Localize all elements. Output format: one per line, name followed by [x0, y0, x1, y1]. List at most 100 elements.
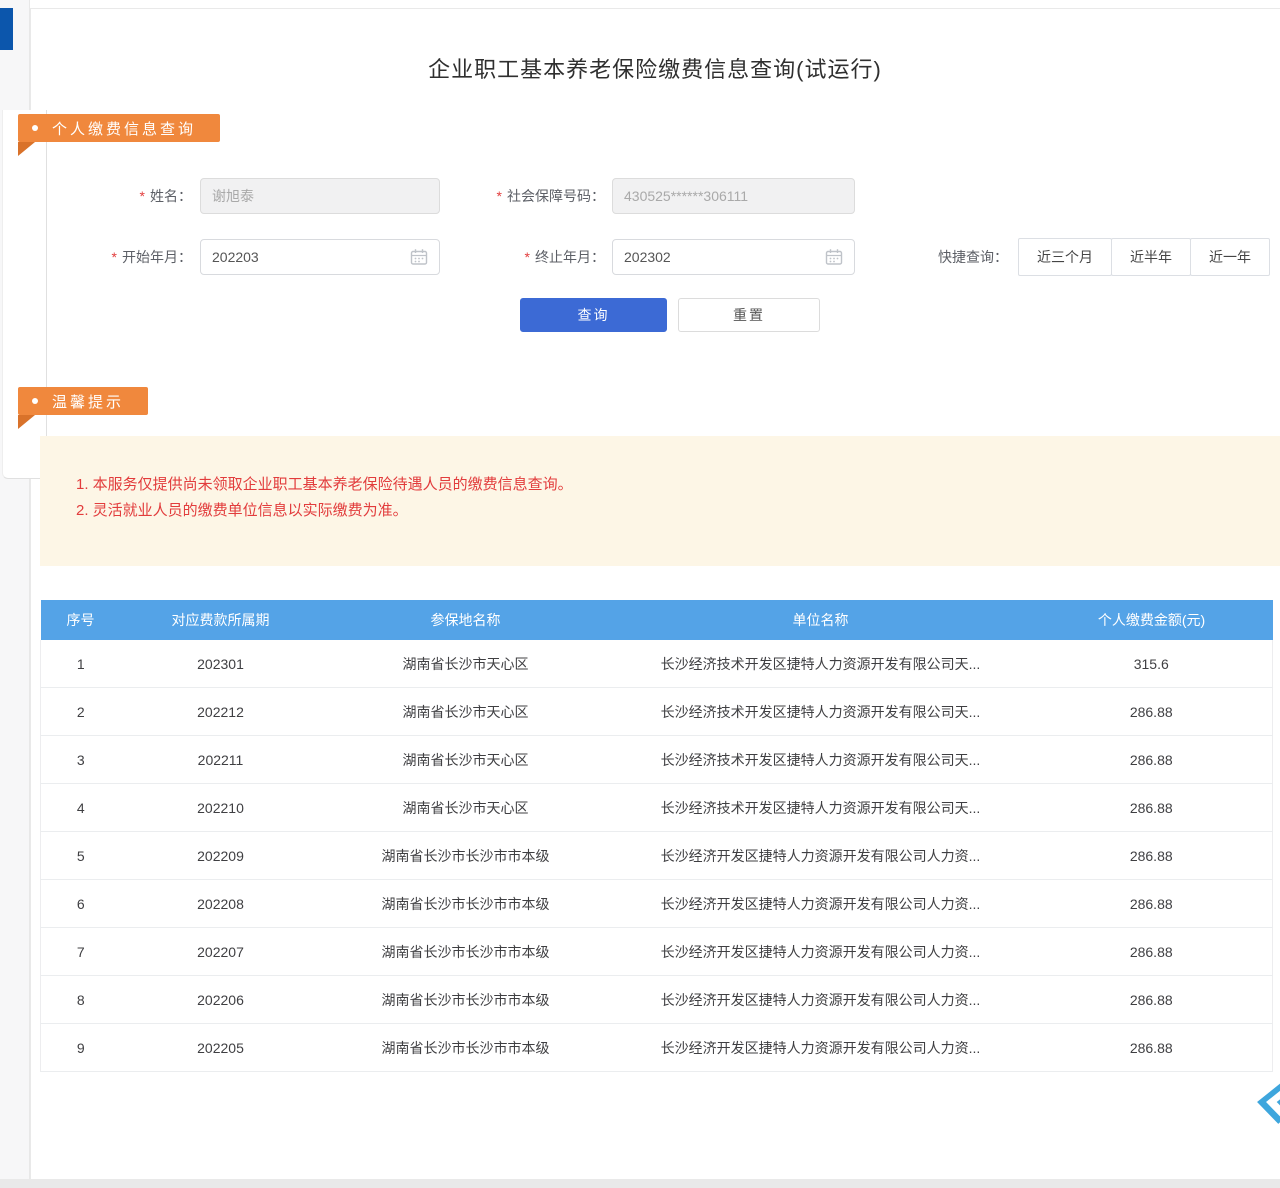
- cell-personal-amount: 286.88: [1031, 688, 1273, 736]
- cell-company-name: 长沙经济开发区捷特人力资源开发有限公司人力资...: [611, 1024, 1031, 1072]
- bullet-dot-icon: [32, 398, 38, 404]
- section-tag-label: 个人缴费信息查询: [52, 118, 196, 139]
- bottom-strip: [0, 1179, 1280, 1188]
- section-tag-personal-payment-query: 个人缴费信息查询: [18, 114, 220, 142]
- cell-insured-place: 湖南省长沙市长沙市市本级: [321, 1024, 611, 1072]
- cell-company-name: 长沙经济开发区捷特人力资源开发有限公司人力资...: [611, 976, 1031, 1024]
- table-row: 2 202212 湖南省长沙市天心区 长沙经济技术开发区捷特人力资源开发有限公司…: [41, 688, 1273, 736]
- table-header-cell: 单位名称: [611, 600, 1031, 640]
- name-label: *姓名：: [40, 186, 192, 206]
- table-row: 6 202208 湖南省长沙市长沙市市本级 长沙经济开发区捷特人力资源开发有限公…: [41, 880, 1273, 928]
- ribbon-fold-icon: [18, 142, 35, 156]
- table-row: 7 202207 湖南省长沙市长沙市市本级 长沙经济开发区捷特人力资源开发有限公…: [41, 928, 1273, 976]
- cell-company-name: 长沙经济技术开发区捷特人力资源开发有限公司天...: [611, 784, 1031, 832]
- name-input-value: 谢旭泰: [212, 186, 254, 206]
- cell-insured-place: 湖南省长沙市长沙市市本级: [321, 976, 611, 1024]
- end-month-label: * 终止年月：: [420, 247, 605, 267]
- section-tag-label: 温馨提示: [52, 391, 124, 412]
- table-row: 1 202301 湖南省长沙市天心区 长沙经济技术开发区捷特人力资源开发有限公司…: [41, 640, 1273, 688]
- start-month-label-text: 开始年月：: [122, 249, 192, 265]
- table-header-row: 序号对应费款所属期参保地名称单位名称个人缴费金额(元): [41, 600, 1273, 640]
- ssn-label: * 社会保障号码：: [420, 186, 605, 206]
- cell-insured-place: 湖南省长沙市长沙市市本级: [321, 880, 611, 928]
- cell-personal-amount: 286.88: [1031, 1024, 1273, 1072]
- reset-button[interactable]: 重置: [678, 298, 820, 332]
- quick-query-button[interactable]: 近半年: [1111, 238, 1191, 276]
- table-row: 4 202210 湖南省长沙市天心区 长沙经济技术开发区捷特人力资源开发有限公司…: [41, 784, 1273, 832]
- cell-fee-period: 202212: [121, 688, 321, 736]
- cell-company-name: 长沙经济技术开发区捷特人力资源开发有限公司天...: [611, 640, 1031, 688]
- table-row: 5 202209 湖南省长沙市长沙市市本级 长沙经济开发区捷特人力资源开发有限公…: [41, 832, 1273, 880]
- cell-personal-amount: 286.88: [1031, 784, 1273, 832]
- start-month-label: *开始年月：: [40, 247, 192, 267]
- required-asterisk: *: [140, 188, 145, 204]
- notice-box: 1. 本服务仅提供尚未领取企业职工基本养老保险待遇人员的缴费信息查询。2. 灵活…: [40, 436, 1280, 566]
- cell-fee-period: 202207: [121, 928, 321, 976]
- cell-insured-place: 湖南省长沙市天心区: [321, 688, 611, 736]
- cell-insured-place: 湖南省长沙市天心区: [321, 736, 611, 784]
- results-table: 序号对应费款所属期参保地名称单位名称个人缴费金额(元) 1 202301 湖南省…: [40, 600, 1273, 1072]
- cell-row-number: 5: [41, 832, 121, 880]
- cell-insured-place: 湖南省长沙市长沙市市本级: [321, 928, 611, 976]
- table-header-cell: 个人缴费金额(元): [1031, 600, 1273, 640]
- page: 企业职工基本养老保险缴费信息查询(试运行) 个人缴费信息查询 *姓名： 谢旭泰 …: [0, 0, 1280, 1188]
- section-tag-tips: 温馨提示: [18, 387, 148, 415]
- required-asterisk: *: [525, 249, 530, 265]
- cell-row-number: 4: [41, 784, 121, 832]
- cell-row-number: 6: [41, 880, 121, 928]
- start-month-input[interactable]: 202203: [200, 239, 440, 275]
- quick-query-button[interactable]: 近一年: [1190, 238, 1270, 276]
- calendar-icon[interactable]: [825, 248, 843, 266]
- double-chevron-left-icon[interactable]: [1248, 1078, 1280, 1126]
- sidebar-handle-tab[interactable]: [0, 8, 13, 50]
- cell-fee-period: 202205: [121, 1024, 321, 1072]
- cell-company-name: 长沙经济开发区捷特人力资源开发有限公司人力资...: [611, 928, 1031, 976]
- notice-line: 1. 本服务仅提供尚未领取企业职工基本养老保险待遇人员的缴费信息查询。: [76, 472, 1260, 498]
- table-row: 9 202205 湖南省长沙市长沙市市本级 长沙经济开发区捷特人力资源开发有限公…: [41, 1024, 1273, 1072]
- quick-query-group: 近三个月近半年近一年: [1018, 238, 1270, 276]
- cell-personal-amount: 286.88: [1031, 880, 1273, 928]
- bullet-dot-icon: [32, 125, 38, 131]
- cell-row-number: 2: [41, 688, 121, 736]
- cell-fee-period: 202301: [121, 640, 321, 688]
- quick-query-button[interactable]: 近三个月: [1018, 238, 1112, 276]
- cell-personal-amount: 286.88: [1031, 736, 1273, 784]
- cell-company-name: 长沙经济技术开发区捷特人力资源开发有限公司天...: [611, 688, 1031, 736]
- cell-insured-place: 湖南省长沙市长沙市市本级: [321, 832, 611, 880]
- end-month-value: 202302: [624, 249, 671, 265]
- cell-company-name: 长沙经济技术开发区捷特人力资源开发有限公司天...: [611, 736, 1031, 784]
- cell-row-number: 3: [41, 736, 121, 784]
- cell-insured-place: 湖南省长沙市天心区: [321, 640, 611, 688]
- cell-row-number: 7: [41, 928, 121, 976]
- ssn-label-text: 社会保障号码：: [507, 188, 605, 204]
- cell-personal-amount: 286.88: [1031, 832, 1273, 880]
- table-header-cell: 参保地名称: [321, 600, 611, 640]
- cell-fee-period: 202210: [121, 784, 321, 832]
- cell-personal-amount: 315.6: [1031, 640, 1273, 688]
- ribbon-fold-icon: [18, 415, 35, 429]
- query-button[interactable]: 查询: [520, 298, 667, 332]
- cell-personal-amount: 286.88: [1031, 976, 1273, 1024]
- table-row: 8 202206 湖南省长沙市长沙市市本级 长沙经济开发区捷特人力资源开发有限公…: [41, 976, 1273, 1024]
- end-month-input[interactable]: 202302: [612, 239, 855, 275]
- cell-insured-place: 湖南省长沙市天心区: [321, 784, 611, 832]
- cell-row-number: 9: [41, 1024, 121, 1072]
- name-input: 谢旭泰: [200, 178, 440, 214]
- cell-personal-amount: 286.88: [1031, 928, 1273, 976]
- cell-row-number: 1: [41, 640, 121, 688]
- cell-fee-period: 202209: [121, 832, 321, 880]
- table-header-cell: 对应费款所属期: [121, 600, 321, 640]
- table-row: 3 202211 湖南省长沙市天心区 长沙经济技术开发区捷特人力资源开发有限公司…: [41, 736, 1273, 784]
- ssn-input: 430525******306111: [612, 178, 855, 214]
- quick-query-label: 快捷查询：: [880, 247, 1008, 267]
- cell-fee-period: 202208: [121, 880, 321, 928]
- ssn-input-value: 430525******306111: [624, 188, 748, 204]
- cell-company-name: 长沙经济开发区捷特人力资源开发有限公司人力资...: [611, 880, 1031, 928]
- cell-company-name: 长沙经济开发区捷特人力资源开发有限公司人力资...: [611, 832, 1031, 880]
- required-asterisk: *: [497, 188, 502, 204]
- end-month-label-text: 终止年月：: [535, 249, 605, 265]
- table-header-cell: 序号: [41, 600, 121, 640]
- page-title: 企业职工基本养老保险缴费信息查询(试运行): [30, 52, 1280, 84]
- start-month-value: 202203: [212, 249, 259, 265]
- notice-line: 2. 灵活就业人员的缴费单位信息以实际缴费为准。: [76, 498, 1260, 524]
